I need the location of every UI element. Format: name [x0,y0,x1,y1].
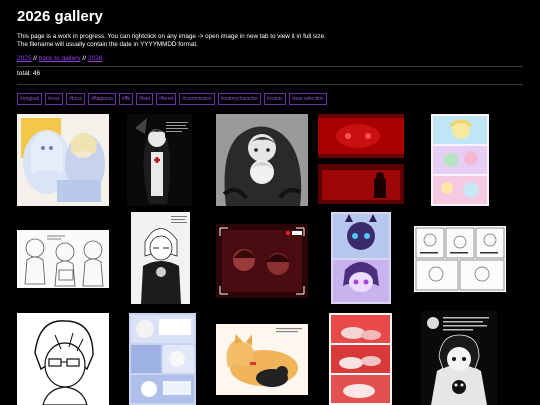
gallery-thumbnail[interactable] [414,226,506,292]
tag-flagsona[interactable]: #flagsona [88,93,116,105]
tag-bcsc[interactable]: #bcsc [66,93,86,105]
divider [17,84,523,85]
tag-commission[interactable]: #commission [179,93,215,105]
tag-ferret[interactable]: #ferret [155,93,177,105]
gallery-thumbnail[interactable] [17,114,109,206]
thumbnail-image [331,212,391,304]
tag-filter-bar: #original #rosc #bcsc #flagsona #ffb #bs… [17,93,327,105]
thumbnail-image [216,224,308,298]
gallery-thumbnail[interactable] [127,114,192,206]
breadcrumb: 2025 // back to gallery // 2026 [17,55,102,62]
gallery-thumbnail[interactable] [318,114,404,206]
thumbnail-image [131,212,190,304]
clear-selection-button[interactable]: clear selection [288,93,327,105]
divider [17,66,523,67]
thumbnail-image [129,313,196,405]
thumbnail-image [216,324,308,395]
thumbnail-image [216,114,308,206]
gallery-thumbnail[interactable] [421,311,497,405]
intro-line-1: This page is a work in progress. You can… [17,33,326,40]
total-count: total: 46 [17,70,41,77]
gallery-thumbnail[interactable] [431,114,489,206]
thumbnail-image [17,313,109,405]
thumbnail-image [329,313,392,405]
gallery-thumbnail[interactable] [17,313,109,405]
gallery-thumbnail[interactable] [129,313,196,405]
nav-separator: // [80,55,88,62]
link-back-to-gallery[interactable]: back to gallery [39,55,81,62]
tag-bsd[interactable]: #bsd [136,93,153,105]
thumbnail-image [421,311,497,405]
thumbnail-image [414,226,506,292]
thumbnail-image [127,114,192,206]
thumbnail-image [431,114,489,206]
tag-notmycharacter[interactable]: #notmycharacter [217,93,261,105]
gallery-thumbnail[interactable] [216,114,308,206]
nav-separator: // [31,55,39,62]
thumbnail-image [17,230,109,288]
gallery-thumbnail[interactable] [17,230,109,288]
page-title: 2026 gallery [17,8,103,25]
thumbnail-image [318,114,404,206]
gallery-thumbnail[interactable] [216,324,308,395]
gallery-thumbnail[interactable] [216,224,308,298]
tag-comic[interactable]: #comic [263,93,286,105]
thumbnail-image [17,114,109,206]
tag-ffb[interactable]: #ffb [118,93,134,105]
gallery-thumbnail[interactable] [329,313,392,405]
gallery-thumbnail[interactable] [131,212,190,304]
intro-text: This page is a work in progress. You can… [17,33,397,48]
link-2026[interactable]: 2026 [88,55,102,62]
link-2025[interactable]: 2025 [17,55,31,62]
tag-rosc[interactable]: #rosc [44,93,64,105]
intro-line-2: The filename will usually contain the da… [17,40,198,48]
tag-original[interactable]: #original [17,93,42,105]
gallery-thumbnail[interactable] [331,212,391,304]
